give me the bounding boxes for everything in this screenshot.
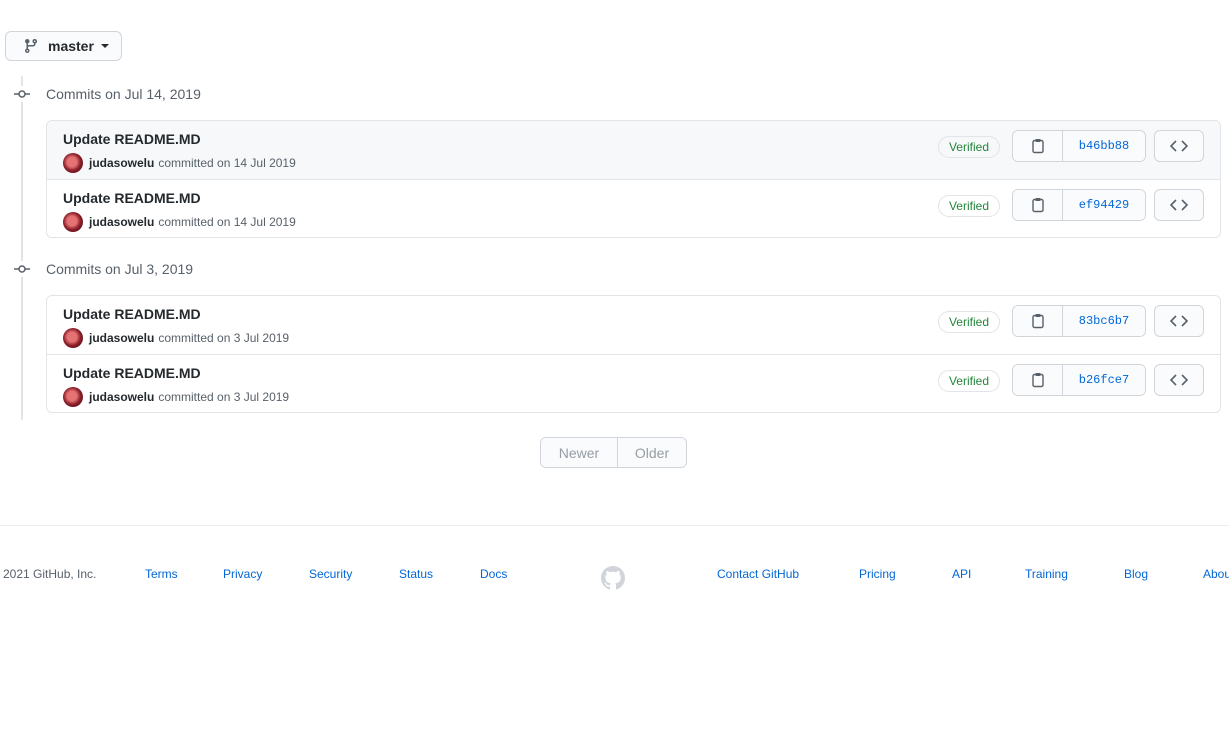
code-icon: [1170, 315, 1188, 327]
verified-badge[interactable]: Verified: [937, 370, 1000, 392]
clipboard-icon[interactable]: [1013, 131, 1063, 161]
footer-link-status[interactable]: Status: [399, 567, 433, 581]
timeline-line: [21, 76, 23, 420]
avatar[interactable]: [63, 153, 83, 173]
code-icon: [1170, 199, 1188, 211]
commit-list: Update README.MD judasowelu committed on…: [46, 295, 1221, 413]
clipboard-icon[interactable]: [1013, 190, 1063, 220]
commit-message-link[interactable]: Update README.MD: [63, 306, 201, 322]
github-mark-icon[interactable]: [601, 566, 625, 590]
verified-badge[interactable]: Verified: [937, 195, 1000, 217]
commit-message-link[interactable]: Update README.MD: [63, 131, 201, 147]
avatar[interactable]: [63, 328, 83, 348]
commit-sha-link[interactable]: b46bb88: [1063, 131, 1145, 161]
footer-link-training[interactable]: Training: [1025, 567, 1068, 581]
commit-meta: judasowelu committed on 14 Jul 2019: [63, 153, 296, 173]
browse-code-button[interactable]: [1154, 130, 1204, 162]
git-branch-icon: [23, 38, 39, 54]
commit-date: committed on 14 Jul 2019: [158, 215, 296, 229]
footer-link-docs[interactable]: Docs: [480, 567, 507, 581]
verified-badge[interactable]: Verified: [937, 136, 1000, 158]
commit-meta: judasowelu committed on 14 Jul 2019: [63, 212, 296, 232]
sha-button-group: ef94429: [1012, 189, 1146, 221]
footer-link-api[interactable]: API: [952, 567, 971, 581]
newer-button[interactable]: Newer: [541, 438, 618, 467]
footer-link-privacy[interactable]: Privacy: [223, 567, 262, 581]
commit-date: committed on 3 Jul 2019: [158, 390, 290, 404]
commit-sha-link[interactable]: b26fce7: [1063, 365, 1145, 395]
code-icon: [1170, 140, 1188, 152]
footer-link-about[interactable]: About: [1203, 567, 1229, 581]
commit-date: committed on 14 Jul 2019: [158, 156, 296, 170]
footer-link-blog[interactable]: Blog: [1124, 567, 1148, 581]
clipboard-icon[interactable]: [1013, 365, 1063, 395]
older-button[interactable]: Older: [618, 438, 686, 467]
branch-name: master: [48, 38, 94, 54]
commit-author[interactable]: judasowelu: [89, 390, 154, 404]
git-commit-icon: [14, 261, 30, 277]
commit-message-link[interactable]: Update README.MD: [63, 190, 201, 206]
footer-divider: [0, 525, 1229, 526]
commit-row: Update README.MD judasowelu committed on…: [47, 354, 1220, 412]
browse-code-button[interactable]: [1154, 364, 1204, 396]
avatar[interactable]: [63, 387, 83, 407]
sha-button-group: b46bb88: [1012, 130, 1146, 162]
browse-code-button[interactable]: [1154, 305, 1204, 337]
commit-row: Update README.MD judasowelu committed on…: [47, 296, 1220, 354]
commit-meta: judasowelu committed on 3 Jul 2019: [63, 387, 289, 407]
pagination: Newer Older: [540, 437, 687, 468]
commit-row: Update README.MD judasowelu committed on…: [47, 179, 1220, 237]
commit-author[interactable]: judasowelu: [89, 156, 154, 170]
footer-link-pricing[interactable]: Pricing: [859, 567, 896, 581]
commit-meta: judasowelu committed on 3 Jul 2019: [63, 328, 289, 348]
footer-link-security[interactable]: Security: [309, 567, 352, 581]
sha-button-group: 83bc6b7: [1012, 305, 1146, 337]
commit-author[interactable]: judasowelu: [89, 331, 154, 345]
avatar[interactable]: [63, 212, 83, 232]
browse-code-button[interactable]: [1154, 189, 1204, 221]
commit-author[interactable]: judasowelu: [89, 215, 154, 229]
commit-row: Update README.MD judasowelu committed on…: [47, 121, 1220, 179]
git-commit-icon: [14, 86, 30, 102]
verified-badge[interactable]: Verified: [937, 311, 1000, 333]
commit-sha-link[interactable]: ef94429: [1063, 190, 1145, 220]
branch-select-button[interactable]: master: [5, 31, 122, 61]
commit-message-link[interactable]: Update README.MD: [63, 365, 201, 381]
clipboard-icon[interactable]: [1013, 306, 1063, 336]
commit-sha-link[interactable]: 83bc6b7: [1063, 306, 1145, 336]
commit-list: Update README.MD judasowelu committed on…: [46, 120, 1221, 238]
footer-copyright: 2021 GitHub, Inc.: [3, 567, 97, 581]
sha-button-group: b26fce7: [1012, 364, 1146, 396]
commit-group-title: Commits on Jul 3, 2019: [46, 261, 194, 277]
commit-date: committed on 3 Jul 2019: [158, 331, 290, 345]
footer-link-contact[interactable]: Contact GitHub: [717, 567, 799, 581]
footer-link-terms[interactable]: Terms: [145, 567, 178, 581]
commit-group-title: Commits on Jul 14, 2019: [46, 86, 201, 102]
chevron-down-icon: [100, 44, 109, 48]
code-icon: [1170, 374, 1188, 386]
